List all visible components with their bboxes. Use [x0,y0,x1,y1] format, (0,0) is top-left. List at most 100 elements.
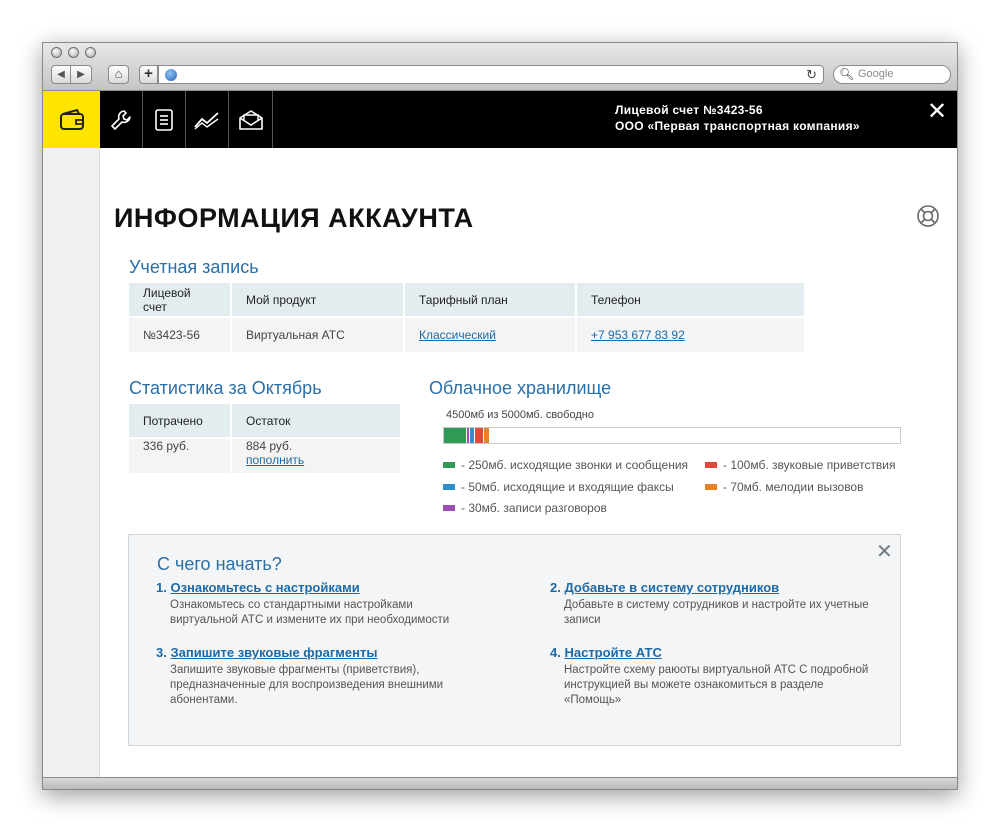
storage-segment-3 [470,428,474,443]
step-2: 2. Добавьте в систему сотрудников Добавь… [550,580,870,628]
storage-segment-2 [467,428,469,443]
page-title: ИНФОРМАЦИЯ АККАУНТА [114,203,474,233]
help-lifebuoy-icon[interactable] [916,204,940,233]
wrench-icon [111,109,131,130]
account-number-value: №3423-56 [129,318,230,352]
table-row: 336 руб. 884 руб. пополнить [129,439,400,473]
step-4: 4. Настройте АТС Настройте схему раюоты … [550,645,870,708]
phone-link[interactable]: +7 953 677 83 92 [591,328,685,342]
search-placeholder: Google [858,68,894,80]
step-3: 3. Запишите звуковые фрагменты Запишите … [156,645,476,708]
chart-icon [194,111,219,130]
col-spent: Потрачено [129,404,230,437]
table-header-row: Потрачено Остаток [129,404,400,437]
col-account-number: Лицевой счет [129,283,230,316]
getting-started-title: С чего начать? [157,554,282,574]
legend-calls: - 250мб. исходящие звонки и сообщения [443,458,688,472]
close-window-button[interactable] [51,47,62,58]
step-2-link[interactable]: Добавьте в систему сотрудников [564,580,779,595]
storage-summary: 4500мб из 5000мб. свободно [446,409,594,421]
step-1: 1. Ознакомьтесь с настройками Ознакомьте… [156,580,476,628]
product-value: Виртуальная АТС [232,318,403,352]
top-up-link[interactable]: пополнить [246,453,304,467]
tariff-cell: Классический [405,318,575,352]
account-number-label: Лицевой счет №3423-56 [615,103,763,117]
getting-started-panel: С чего начать? ✕ 1. Ознакомьтесь с настр… [128,534,901,746]
wallet-icon [59,108,84,130]
table-header-row: Лицевой счет Мой продукт Тарифный план Т… [129,283,804,316]
window-bottom-bar [43,777,957,789]
search-icon: 🔍︎ [839,67,855,81]
minimize-window-button[interactable] [68,47,79,58]
storage-usage-bar [443,427,901,444]
col-balance: Остаток [232,404,400,437]
legend-label: - 70мб. мелодии вызовов [723,480,864,494]
nav-account-button[interactable] [43,91,100,148]
step-description: Запишите звуковые фрагменты (приветствия… [170,664,444,706]
add-bookmark-button[interactable]: + [139,65,158,84]
close-icon[interactable]: ✕ [927,100,947,124]
legend-label: - 30мб. записи разговоров [461,501,607,515]
balance-value: 884 руб. [246,439,293,453]
step-number: 3. [156,645,167,660]
notebook-icon [155,108,173,131]
nav-settings-button[interactable] [100,91,143,148]
left-sidebar [43,148,100,777]
mail-icon [238,109,263,130]
step-1-link[interactable]: Ознакомьтесь с настройками [170,580,359,595]
browser-window: ◀ ▶ ⌂ + ↻ 🔍︎ Google Лицевой счет №3423-5… [42,42,958,790]
legend-swatch [705,461,717,468]
table-row: №3423-56 Виртуальная АТС Классический +7… [129,318,804,352]
legend-swatch [443,461,455,468]
nav-documents-button[interactable] [143,91,186,148]
reload-icon[interactable]: ↻ [806,66,817,83]
storage-segment-5 [484,428,489,443]
nav-statistics-button[interactable] [186,91,229,148]
tariff-link[interactable]: Классический [419,328,496,342]
legend-greetings: - 100мб. звуковые приветствия [705,458,896,472]
col-phone: Телефон [577,283,804,316]
search-input[interactable]: 🔍︎ Google [833,65,951,84]
app-area: Лицевой счет №3423-56 ООО «Первая трансп… [43,91,957,777]
legend-ringtones: - 70мб. мелодии вызовов [705,480,863,494]
account-heading: Учетная запись [129,257,259,277]
spent-value: 336 руб. [143,439,190,453]
browser-toolbar: ◀ ▶ ⌂ + ↻ 🔍︎ Google [43,43,957,91]
account-table: Лицевой счет Мой продукт Тарифный план Т… [127,281,806,354]
legend-label: - 100мб. звуковые приветствия [723,458,896,472]
top-navigation: Лицевой счет №3423-56 ООО «Первая трансп… [43,91,957,148]
close-panel-icon[interactable]: ✕ [876,539,893,564]
step-description: Настройте схему раюоты виртуальной АТС С… [564,664,869,706]
storage-segment-1 [444,428,466,443]
legend-label: - 250мб. исходящие звонки и сообщения [461,458,689,472]
legend-faxes: - 50мб. исходящие и входящие факсы [443,480,674,494]
legend-swatch [443,504,455,511]
back-button[interactable]: ◀ [51,65,71,84]
stats-table: Потрачено Остаток 336 руб. 884 руб. попо… [127,402,402,475]
step-number: 4. [550,645,561,660]
step-number: 1. [156,580,167,595]
step-3-link[interactable]: Запишите звуковые фрагменты [170,645,377,660]
company-name-label: ООО «Первая транспортная компания» [615,119,860,133]
forward-button[interactable]: ▶ [71,65,92,84]
step-4-link[interactable]: Настройте АТС [564,645,661,660]
step-number: 2. [550,580,561,595]
step-description: Добавьте в систему сотрудников и настрой… [564,599,869,626]
col-product: Мой продукт [232,283,403,316]
stats-heading: Статистика за Октябрь [129,378,322,398]
nav-messages-button[interactable] [229,91,273,148]
legend-label: - 50мб. исходящие и входящие факсы [461,480,674,494]
phone-cell: +7 953 677 83 92 [577,318,804,352]
legend-recordings: - 30мб. записи разговоров [443,501,607,515]
cloud-heading: Облачное хранилище [429,378,612,398]
spent-cell: 336 руб. [129,439,230,473]
globe-icon [165,69,177,81]
home-button[interactable]: ⌂ [108,65,129,84]
address-bar[interactable]: ↻ [158,65,824,84]
zoom-window-button[interactable] [85,47,96,58]
storage-segment-4 [475,428,483,443]
step-description: Ознакомьтесь со стандартными настройками… [170,599,450,626]
balance-cell: 884 руб. пополнить [232,439,400,473]
legend-swatch [705,483,717,490]
col-tariff: Тарифный план [405,283,575,316]
